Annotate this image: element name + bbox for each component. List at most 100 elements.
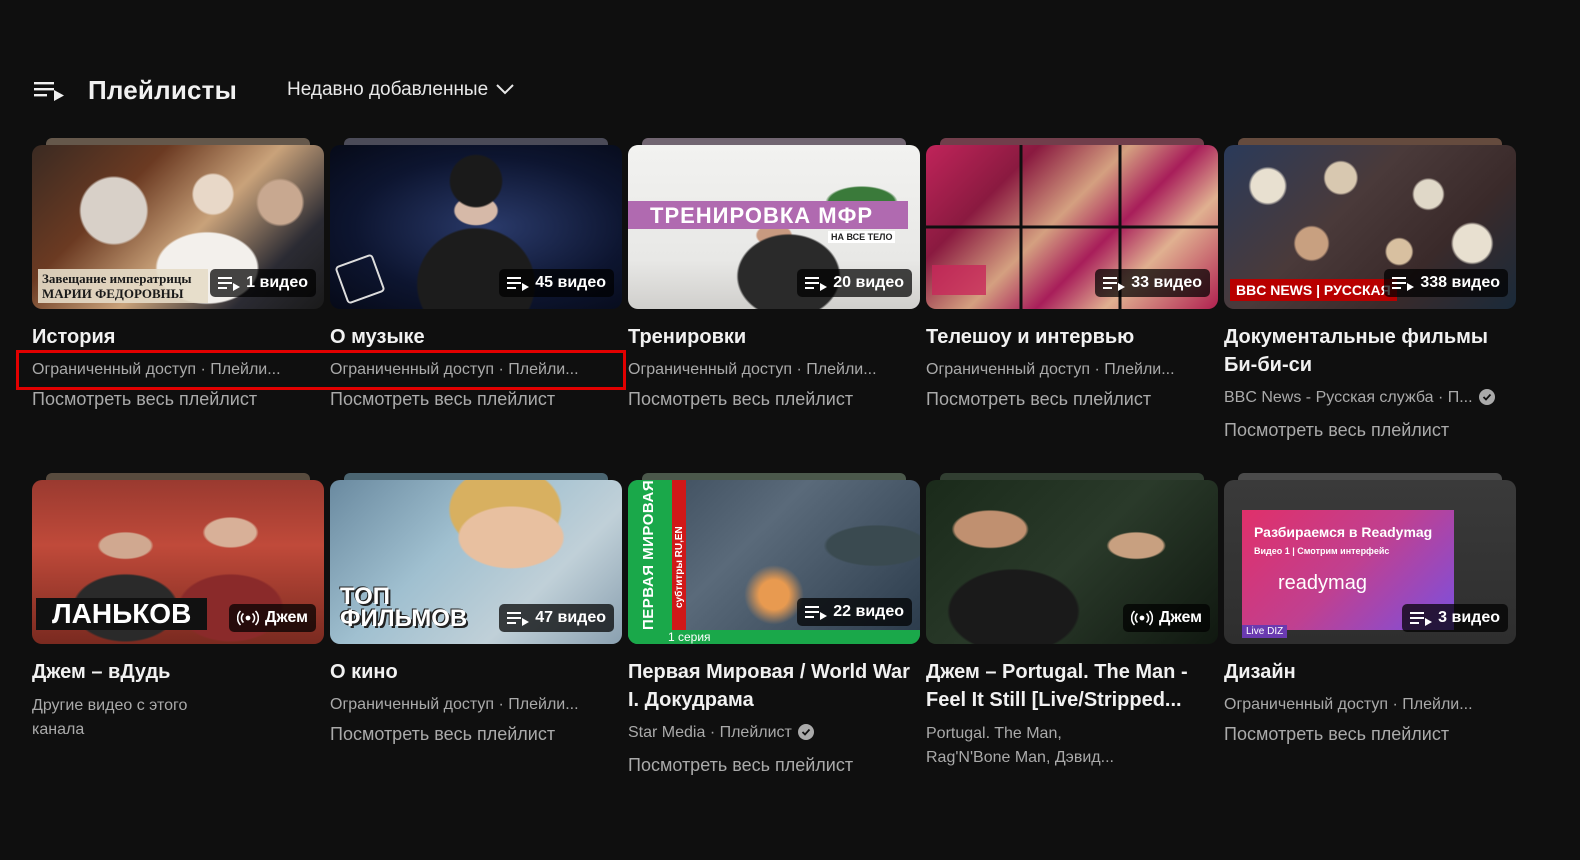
playlist-meta: Ограниченный доступ · Плейли... [628, 361, 877, 378]
thumb-caption: ЛАНЬКОВ [36, 598, 208, 630]
sort-label: Недавно добавленные [287, 79, 489, 100]
playlist-icon [1410, 610, 1433, 626]
playlists-header: Плейлисты Недавно добавленные [34, 72, 514, 108]
playlist-meta: Ограниченный доступ · Плейли... [1224, 696, 1473, 713]
broadcast-icon [236, 610, 259, 626]
playlist-title[interactable]: Документальные фильмы Би-би-си [1224, 323, 1516, 379]
playlist-meta: Ограниченный доступ · Плейли... [330, 361, 579, 378]
live-diz-tag: Live DIZ [1242, 625, 1288, 638]
view-all-link[interactable]: Посмотреть весь плейлист [330, 722, 622, 746]
playlist-icon [1392, 275, 1415, 291]
playlist-icon [507, 275, 530, 291]
sort-dropdown[interactable]: Недавно добавленные [287, 79, 514, 101]
playlist-meta: BBC News - Русская служба · П... [1224, 387, 1495, 412]
video-count: 22 видео [833, 603, 904, 620]
playlist-thumbnail[interactable]: 45 видео [330, 145, 622, 309]
playlist-title[interactable]: О кино [330, 658, 622, 686]
thumb-subcaption: субтитры RU,EN [674, 526, 685, 608]
view-all-link[interactable]: Посмотреть весь плейлист [32, 387, 324, 411]
live-badge: Джем [1122, 604, 1210, 632]
episode-label: 1 серия [628, 630, 920, 644]
verified-icon [1478, 389, 1495, 412]
playlist-meta: Ограниченный доступ · Плейли... [330, 696, 579, 713]
view-all-link[interactable]: Посмотреть весь плейлист [926, 387, 1218, 411]
thumb-caption: ТРЕНИРОВКА МФР [650, 203, 874, 228]
thumb-caption [932, 265, 986, 295]
video-count-badge: 45 видео [499, 269, 614, 297]
playlist-meta: Ограниченный доступ · Плейли... [32, 361, 281, 378]
playlist-icon [34, 79, 64, 101]
playlist-thumbnail[interactable]: Разбираемся в Readymag Видео 1 | Смотрим… [1224, 480, 1516, 644]
playlist-card[interactable]: BBC NEWS | РУССКАЯ 338 видео Документаль… [1224, 138, 1516, 442]
playlist-thumbnail[interactable]: BBC NEWS | РУССКАЯ 338 видео [1224, 145, 1516, 309]
playlist-title[interactable]: История [32, 323, 324, 351]
video-count-badge: 20 видео [797, 269, 912, 297]
playlist-title[interactable]: Джем – Portugal. The Man - Feel It Still… [926, 658, 1218, 714]
playlist-icon [507, 610, 530, 626]
video-count-badge: 1 видео [210, 269, 316, 297]
video-count: 338 видео [1420, 274, 1500, 291]
playlist-card[interactable]: Разбираемся в Readymag Видео 1 | Смотрим… [1224, 473, 1516, 746]
thumb-caption: Завещание императрицы МАРИИ ФЕДОРОВНЫ [38, 269, 208, 303]
view-all-link[interactable]: Посмотреть весь плейлист [1224, 418, 1516, 442]
video-count: 45 видео [535, 274, 606, 291]
playlist-thumbnail[interactable]: 33 видео [926, 145, 1218, 309]
playlist-icon [1103, 275, 1126, 291]
playlist-card[interactable]: ТОП ФИЛЬМОВ 47 видео О кино Ограниченный… [330, 473, 622, 746]
channel-name[interactable]: BBC News - Русская служба · П... [1224, 389, 1473, 406]
playlist-card[interactable]: Джем Джем – Portugal. The Man - Feel It … [926, 473, 1218, 770]
playlist-icon [805, 604, 828, 620]
thumb-caption: ТОП ФИЛЬМОВ [340, 583, 468, 632]
video-count: 1 видео [246, 274, 308, 291]
thumb-caption: ПЕРВАЯ МИРОВАЯ [640, 480, 657, 630]
playlist-title[interactable]: Первая Мировая / World War I. Докудрама [628, 658, 920, 714]
playlist-card[interactable]: ПЕРВАЯ МИРОВАЯ субтитры RU,EN 1 серия 22… [628, 473, 920, 777]
thumb-subcaption: НА ВСЕ ТЕЛО [828, 231, 896, 243]
playlist-card[interactable]: Завещание императрицы МАРИИ ФЕДОРОВНЫ 1 … [32, 138, 324, 411]
playlist-thumbnail[interactable]: ТРЕНИРОВКА МФР НА ВСЕ ТЕЛО 20 видео [628, 145, 920, 309]
playlist-meta: Ограниченный доступ · Плейли... [926, 361, 1175, 378]
video-count: 47 видео [535, 609, 606, 626]
video-count-badge: 3 видео [1402, 604, 1508, 632]
readymag-logo: readymag [1278, 572, 1367, 594]
playlist-card[interactable]: ЛАНЬКОВ Джем Джем – вДудь Другие видео с… [32, 473, 324, 742]
video-count: 20 видео [833, 274, 904, 291]
playlist-meta: Другие видео с этого канала [32, 697, 188, 738]
page-title: Плейлисты [88, 74, 238, 105]
broadcast-icon [1130, 610, 1153, 626]
chevron-down-icon [496, 79, 514, 101]
playlist-title[interactable]: О музыке [330, 323, 622, 351]
mix-label: Джем [264, 609, 308, 626]
playlist-thumbnail[interactable]: Джем [926, 480, 1218, 644]
playlist-thumbnail[interactable]: ЛАНЬКОВ Джем [32, 480, 324, 644]
mix-label: Джем [1158, 609, 1202, 626]
video-count-badge: 47 видео [499, 604, 614, 632]
video-count-badge: 22 видео [797, 598, 912, 626]
bbc-logo: BBC NEWS | РУССКАЯ [1230, 279, 1397, 301]
playlist-title[interactable]: Тренировки [628, 323, 920, 351]
playlist-card[interactable]: 33 видео Телешоу и интервью Ограниченный… [926, 138, 1218, 411]
thumb-caption: Разбираемся в Readymag [1254, 524, 1433, 540]
playlist-thumbnail[interactable]: ПЕРВАЯ МИРОВАЯ субтитры RU,EN 1 серия 22… [628, 480, 920, 644]
playlist-icon [805, 275, 828, 291]
playlist-thumbnail[interactable]: Завещание императрицы МАРИИ ФЕДОРОВНЫ 1 … [32, 145, 324, 309]
video-count-badge: 338 видео [1384, 269, 1508, 297]
video-count-badge: 33 видео [1095, 269, 1210, 297]
live-badge: Джем [228, 604, 316, 632]
video-count: 3 видео [1438, 609, 1500, 626]
view-all-link[interactable]: Посмотреть весь плейлист [330, 387, 622, 411]
playlist-card[interactable]: 45 видео О музыке Ограниченный доступ · … [330, 138, 622, 411]
playlist-title[interactable]: Джем – вДудь [32, 658, 324, 686]
thumb-subcaption: Видео 1 | Смотрим интерфейс [1254, 546, 1390, 556]
view-all-link[interactable]: Посмотреть весь плейлист [628, 387, 920, 411]
playlist-title[interactable]: Телешоу и интервью [926, 323, 1218, 351]
playlist-thumbnail[interactable]: ТОП ФИЛЬМОВ 47 видео [330, 480, 622, 644]
playlist-meta: Star Media · Плейлист [628, 722, 898, 747]
playlist-title[interactable]: Дизайн [1224, 658, 1516, 686]
view-all-link[interactable]: Посмотреть весь плейлист [628, 753, 920, 777]
playlist-card[interactable]: ТРЕНИРОВКА МФР НА ВСЕ ТЕЛО 20 видео Трен… [628, 138, 920, 411]
video-count: 33 видео [1131, 274, 1202, 291]
view-all-link[interactable]: Посмотреть весь плейлист [1224, 722, 1516, 746]
channel-name[interactable]: Star Media · Плейлист [628, 724, 792, 741]
playlist-meta: Portugal. The Man, Rag'N'Bone Man, Дэвид… [926, 725, 1114, 766]
